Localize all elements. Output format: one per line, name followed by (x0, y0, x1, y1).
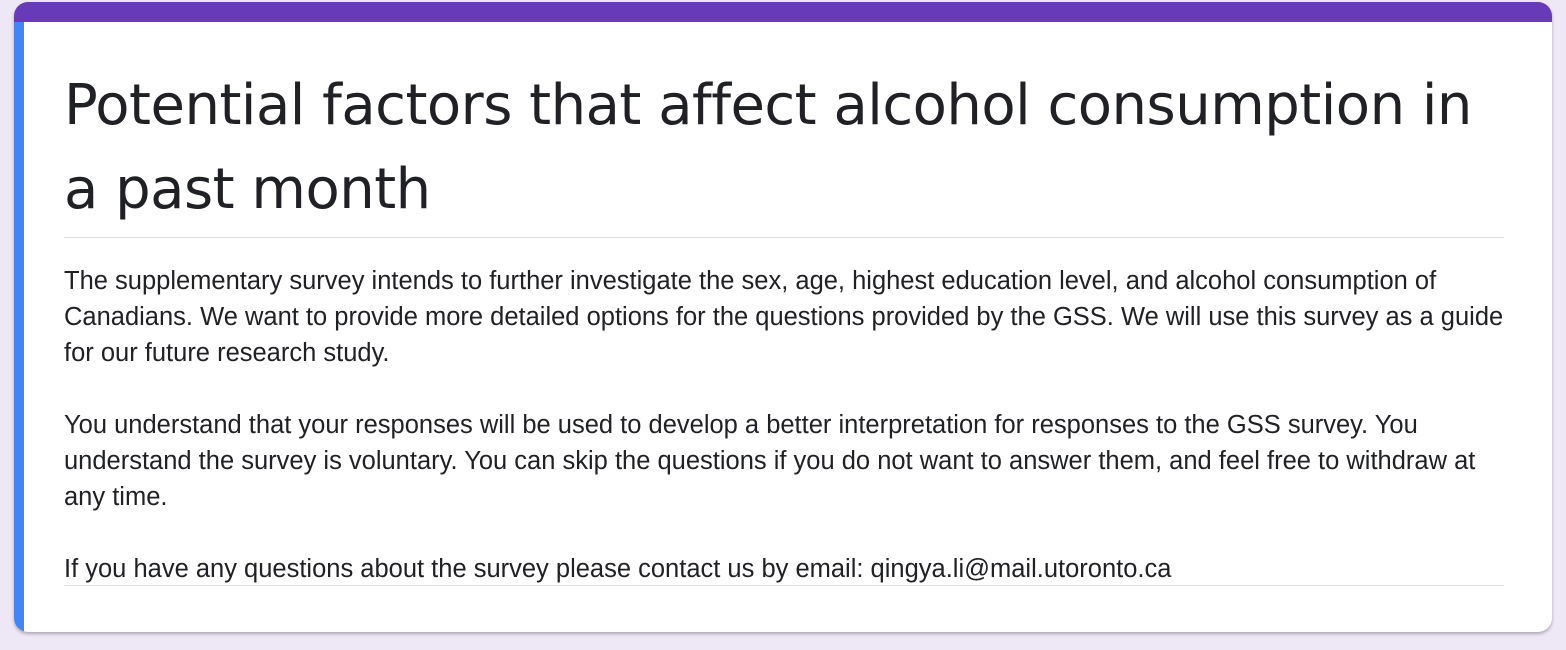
focus-indicator-bar (14, 22, 24, 632)
description-paragraph: The supplementary survey intends to furt… (64, 267, 1504, 367)
theme-accent-bar (14, 2, 1552, 22)
description-paragraph: You understand that your responses will … (64, 411, 1476, 511)
description-divider (64, 585, 1504, 586)
form-header-card: Potential factors that affect alcohol co… (14, 2, 1552, 632)
description-contact-paragraph: If you have any questions about the surv… (64, 555, 1172, 583)
title-divider (64, 237, 1504, 238)
form-title: Potential factors that affect alcohol co… (64, 73, 1472, 222)
form-description: The supplementary survey intends to furt… (64, 263, 1509, 587)
